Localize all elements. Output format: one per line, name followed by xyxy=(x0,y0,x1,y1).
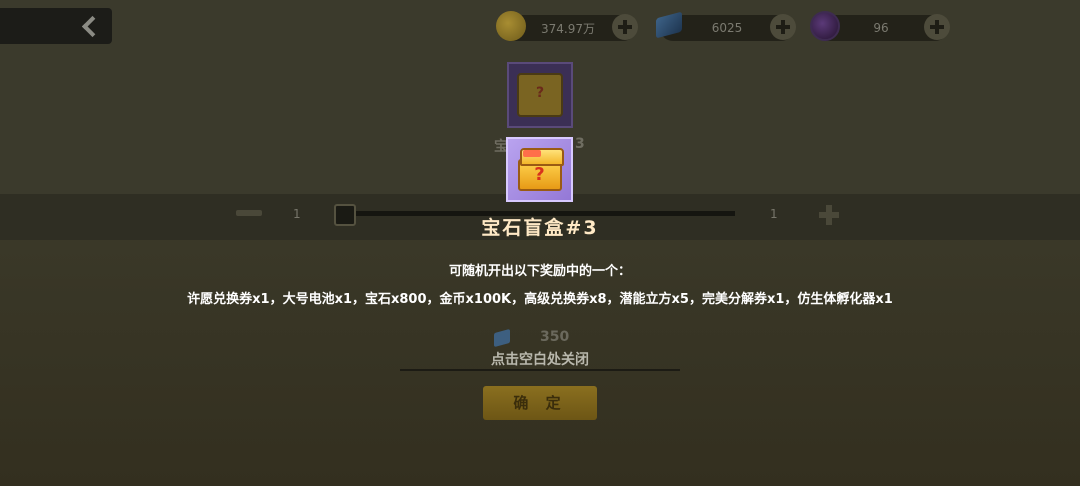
close-hint[interactable]: 点击空白处关闭 xyxy=(0,349,1080,369)
add-gold-button[interactable] xyxy=(612,14,638,40)
popup-subtitle: 可随机开出以下奖励中的一个： xyxy=(448,264,631,279)
add-gem-button[interactable] xyxy=(770,14,796,40)
chevron-left-icon xyxy=(81,15,104,37)
gold-resource: 374.97万 xyxy=(496,11,638,41)
divider xyxy=(400,369,680,371)
background-item-slot: ? xyxy=(507,62,573,128)
popup-title: 宝石盲盒#3 xyxy=(481,217,599,239)
add-orb-button[interactable] xyxy=(924,14,950,40)
back-button[interactable] xyxy=(0,8,112,44)
background-item-name-right: 3 xyxy=(575,136,585,152)
mystery-box-icon: ? xyxy=(517,73,563,117)
reward-list: 许愿兑换券x1，大号电池x1，宝石x800，金币x100K，高级兑换券x8，潜能… xyxy=(187,292,893,307)
mystery-box-icon: ? xyxy=(517,147,564,192)
gem-resource: 6025 xyxy=(656,11,796,41)
confirm-button[interactable]: 确 定 xyxy=(483,386,597,420)
cost-value: 350 xyxy=(540,329,570,345)
popup-item-slot: ? xyxy=(506,137,573,202)
gold-coin-icon xyxy=(496,11,526,41)
purple-orb-icon xyxy=(810,11,840,41)
orb-resource: 96 xyxy=(810,11,950,41)
